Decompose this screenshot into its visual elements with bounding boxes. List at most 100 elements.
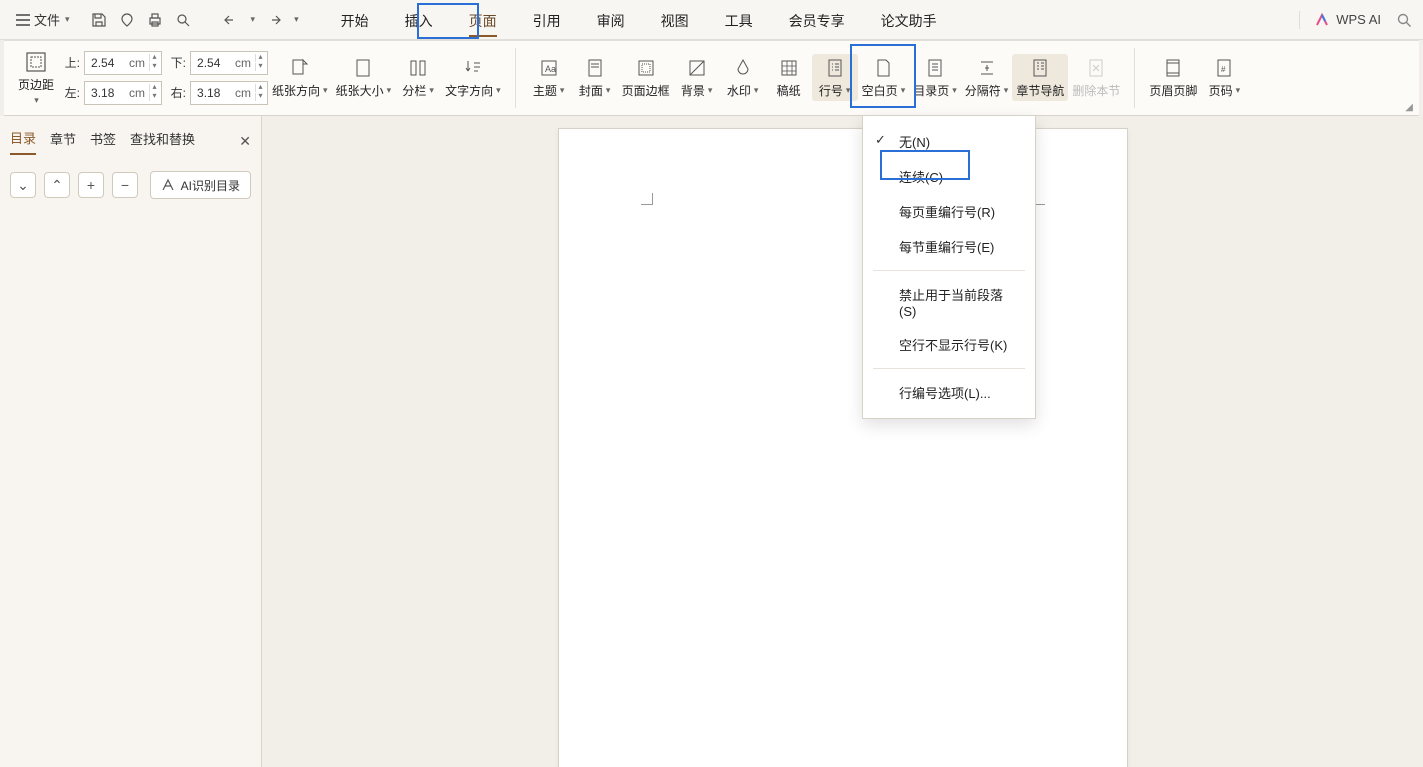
paper-size-label: 纸张大小 bbox=[336, 82, 384, 99]
menu-item-restart-section[interactable]: 每节重编行号(E) bbox=[863, 229, 1035, 264]
undo-dropdown-icon[interactable]: ▾ bbox=[251, 14, 256, 25]
spin-down-icon[interactable]: ▾ bbox=[149, 63, 159, 71]
page-number-label: 页码 bbox=[1209, 82, 1233, 99]
theme-button[interactable]: Aa 主题▾ bbox=[526, 54, 572, 101]
file-menu[interactable]: 文件 ▾ bbox=[10, 6, 76, 33]
separator-label: 分隔符 bbox=[965, 82, 1001, 99]
collapse-up-button[interactable]: ⌃ bbox=[44, 172, 70, 198]
print-icon[interactable] bbox=[146, 11, 164, 29]
spin-down-icon[interactable]: ▾ bbox=[255, 93, 265, 101]
page-number-icon: # bbox=[1212, 56, 1236, 80]
wps-ai-button[interactable]: WPS AI bbox=[1314, 12, 1381, 28]
tab-tools[interactable]: 工具 bbox=[707, 1, 771, 39]
tab-member[interactable]: 会员专享 bbox=[771, 1, 863, 39]
side-tab-find[interactable]: 查找和替换 bbox=[130, 129, 195, 154]
background-icon bbox=[685, 56, 709, 80]
ai-toc-label: AI识别目录 bbox=[181, 177, 240, 194]
document-canvas[interactable] bbox=[262, 116, 1423, 767]
side-tab-section[interactable]: 章节 bbox=[50, 129, 76, 154]
ai-logo-icon bbox=[1314, 12, 1330, 28]
search-icon[interactable] bbox=[1395, 11, 1413, 29]
tab-reference[interactable]: 引用 bbox=[515, 1, 579, 39]
line-number-button[interactable]: 行号▾ bbox=[812, 54, 858, 101]
chevron-down-icon: ▾ bbox=[560, 85, 565, 96]
page-border-button[interactable]: 页面边框 bbox=[618, 54, 674, 101]
manuscript-icon bbox=[777, 56, 801, 80]
text-direction-button[interactable]: 文字方向▾ bbox=[441, 54, 505, 101]
blank-page-button[interactable]: 空白页▾ bbox=[858, 54, 910, 101]
chevron-down-icon: ▾ bbox=[952, 85, 957, 96]
menu-item-restart-page[interactable]: 每页重编行号(R) bbox=[863, 194, 1035, 229]
menu-separator bbox=[873, 270, 1025, 271]
margin-right-input[interactable]: 3.18 cm ▴▾ bbox=[190, 81, 268, 105]
save-icon[interactable] bbox=[90, 11, 108, 29]
tab-view[interactable]: 视图 bbox=[643, 1, 707, 39]
menu-item-continuous[interactable]: 连续(C) bbox=[863, 159, 1035, 194]
menu-item-hide-blank[interactable]: 空行不显示行号(K) bbox=[863, 327, 1035, 362]
theme-icon: Aa bbox=[537, 56, 561, 80]
page-margins-button[interactable]: 页边距 ▾ bbox=[18, 50, 54, 106]
redo-dropdown-icon[interactable]: ▾ bbox=[294, 14, 299, 25]
chevron-down-icon: ▾ bbox=[1236, 85, 1241, 96]
tab-start[interactable]: 开始 bbox=[323, 1, 387, 39]
toc-page-button[interactable]: 目录页▾ bbox=[909, 54, 961, 101]
tab-review[interactable]: 审阅 bbox=[579, 1, 643, 39]
margin-bottom-input[interactable]: 2.54 cm ▴▾ bbox=[190, 51, 268, 75]
ai-icon bbox=[161, 178, 175, 192]
paper-orientation-button[interactable]: 纸张方向▾ bbox=[268, 54, 332, 101]
header-footer-button[interactable]: 页眉页脚 bbox=[1145, 54, 1201, 101]
cover-button[interactable]: 封面▾ bbox=[572, 54, 618, 101]
print-preview-icon[interactable] bbox=[174, 11, 192, 29]
watermark-button[interactable]: 水印▾ bbox=[720, 54, 766, 101]
menu-item-suppress-current[interactable]: 禁止用于当前段落(S) bbox=[863, 277, 1035, 327]
separator-button[interactable]: 分隔符▾ bbox=[961, 54, 1013, 101]
remove-button[interactable]: − bbox=[112, 172, 138, 198]
cover-label: 封面 bbox=[579, 82, 603, 99]
margin-corner-mark bbox=[641, 193, 653, 205]
section-nav-icon bbox=[1028, 56, 1052, 80]
page-number-button[interactable]: # 页码▾ bbox=[1201, 54, 1247, 101]
toc-page-icon bbox=[923, 56, 947, 80]
theme-label: 主题 bbox=[533, 82, 557, 99]
print-quick-icon[interactable] bbox=[118, 11, 136, 29]
document-page bbox=[558, 128, 1128, 767]
chevron-down-icon: ▾ bbox=[496, 85, 501, 96]
expand-down-button[interactable]: ⌄ bbox=[10, 172, 36, 198]
ribbon-page: 页边距 ▾ 上: 2.54 cm ▴▾ 下: 2.54 cm ▴▾ 左: 3.1… bbox=[4, 40, 1419, 116]
tab-insert[interactable]: 插入 bbox=[387, 1, 451, 39]
columns-button[interactable]: 分栏▾ bbox=[395, 54, 441, 101]
background-button[interactable]: 背景▾ bbox=[674, 54, 720, 101]
side-tab-toc[interactable]: 目录 bbox=[10, 128, 36, 155]
blank-page-label: 空白页 bbox=[862, 82, 898, 99]
spin-down-icon[interactable]: ▾ bbox=[255, 63, 265, 71]
undo-icon[interactable] bbox=[222, 11, 240, 29]
svg-text:#: # bbox=[1221, 65, 1226, 74]
ribbon-dialog-launcher-icon[interactable]: ◢ bbox=[1405, 102, 1413, 113]
tab-thesis[interactable]: 论文助手 bbox=[863, 1, 955, 39]
manuscript-button[interactable]: 稿纸 bbox=[766, 54, 812, 101]
side-tab-bookmark[interactable]: 书签 bbox=[90, 129, 116, 154]
margin-left-value: 3.18 bbox=[91, 86, 129, 100]
section-nav-label: 章节导航 bbox=[1016, 82, 1064, 99]
margin-top-input[interactable]: 2.54 cm ▴▾ bbox=[84, 51, 162, 75]
paper-size-button[interactable]: 纸张大小▾ bbox=[332, 54, 396, 101]
margin-inputs-group: 上: 2.54 cm ▴▾ 下: 2.54 cm ▴▾ 左: 3.18 cm ▴… bbox=[60, 51, 268, 105]
menu-item-suppress-current-label: 禁止用于当前段落(S) bbox=[899, 288, 1003, 319]
redo-icon[interactable] bbox=[265, 11, 283, 29]
close-icon[interactable]: ✕ bbox=[239, 133, 251, 150]
tab-page[interactable]: 页面 bbox=[451, 1, 515, 39]
margin-bottom-value: 2.54 bbox=[197, 56, 235, 70]
margin-left-input[interactable]: 3.18 cm ▴▾ bbox=[84, 81, 162, 105]
delete-section-button: 删除本节 bbox=[1068, 54, 1124, 101]
chevron-down-icon: ▾ bbox=[754, 85, 759, 96]
ai-toc-button[interactable]: AI识别目录 bbox=[150, 171, 251, 199]
spin-down-icon[interactable]: ▾ bbox=[149, 93, 159, 101]
section-nav-button[interactable]: 章节导航 bbox=[1012, 54, 1068, 101]
add-button[interactable]: + bbox=[78, 172, 104, 198]
header-footer-label: 页眉页脚 bbox=[1149, 82, 1197, 99]
manuscript-label: 稿纸 bbox=[777, 82, 801, 99]
minus-icon: − bbox=[121, 177, 129, 193]
margin-top-value: 2.54 bbox=[91, 56, 129, 70]
menu-item-none[interactable]: ✓ 无(N) bbox=[863, 124, 1035, 159]
menu-item-options[interactable]: 行编号选项(L)... bbox=[863, 375, 1035, 410]
